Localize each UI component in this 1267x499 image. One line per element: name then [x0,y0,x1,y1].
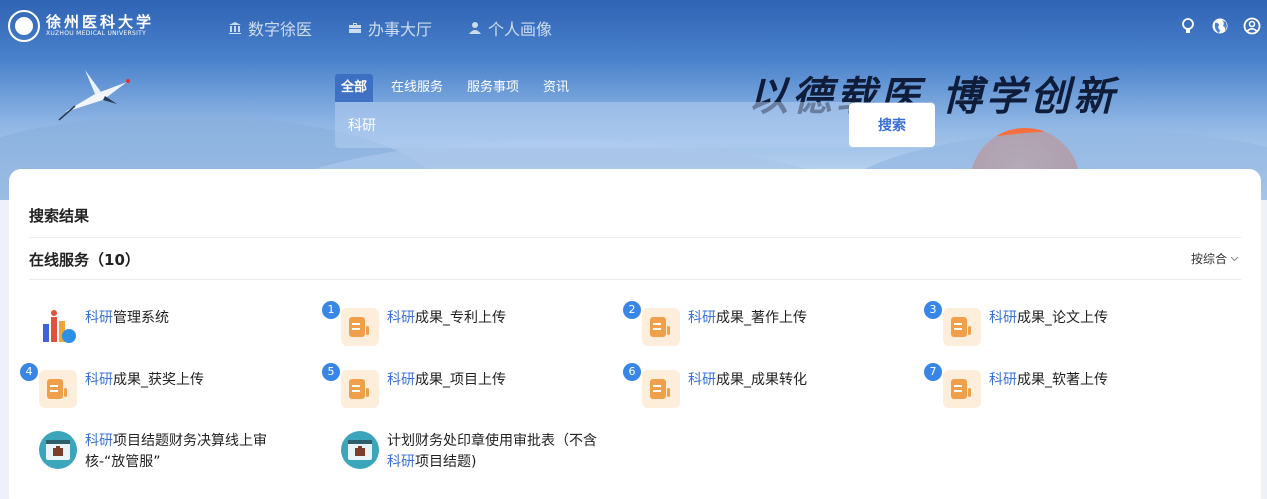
top-right-tools [1165,17,1261,35]
browser-window-icon [341,431,379,469]
results-card: 搜索结果 在线服务（10） 按综合 科研管理系统 1 科研成果_专利上传 2 科… [9,169,1261,499]
sort-dropdown[interactable]: 按综合 [1191,250,1239,267]
tab-news[interactable]: 资讯 [537,74,575,102]
service-item[interactable]: 科研管理系统 [39,308,319,346]
rank-badge: 3 [924,301,942,319]
section-title: 在线服务（10） [29,251,140,269]
logo-chinese-name: 徐州医科大学 [46,13,155,31]
globe-icon[interactable] [1211,17,1229,35]
bank-icon [229,22,241,34]
rank-badge: 2 [623,301,641,319]
university-logo[interactable]: 徐州医科大学 XUZHOU MEDICAL UNIVERSITY [8,10,154,42]
search-input[interactable] [335,102,849,148]
nav-item-service-hall[interactable]: 办事大厅 [348,16,432,40]
chevron-down-icon [1230,256,1239,262]
service-item[interactable]: 计划财务处印章使用审批表（不含科研项目结题) [341,431,601,473]
service-item[interactable]: 7 科研成果_软著上传 [924,363,1223,408]
service-item-label: 科研项目结题财务决算线上审核-“放管服” [85,433,267,470]
nav-item-label: 数字徐医 [248,20,313,39]
divider [29,279,1241,280]
service-item[interactable]: 6 科研成果_成果转化 [623,363,922,408]
document-icon [943,370,981,408]
document-icon [341,308,379,346]
research-chart-icon [43,310,76,343]
document-icon [642,308,680,346]
service-item[interactable]: 5 科研成果_项目上传 [322,363,621,408]
search-panel: 全部 在线服务 服务事项 资讯 搜索 [335,74,935,150]
service-item-label: 科研成果_论文上传 [989,310,1108,326]
document-icon [341,370,379,408]
browser-window-icon [39,431,77,469]
service-item-label: 科研成果_获奖上传 [85,372,204,388]
tab-service-items[interactable]: 服务事项 [461,74,525,102]
document-icon [943,308,981,346]
service-item-label: 科研成果_专利上传 [387,310,506,326]
rank-badge: 5 [322,363,340,381]
nav-item-profile[interactable]: 个人画像 [468,16,552,40]
rank-badge: 4 [20,363,38,381]
top-navigation: 徐州医科大学 XUZHOU MEDICAL UNIVERSITY 数字徐医 办事… [0,0,1267,52]
document-icon [39,370,77,408]
nav-item-label: 个人画像 [488,20,553,39]
search-row: 搜索 [335,102,935,148]
nav-item-digital[interactable]: 数字徐医 [228,16,312,40]
service-item-label: 科研管理系统 [85,310,169,326]
service-item[interactable]: 2 科研成果_著作上传 [623,301,922,346]
service-item[interactable]: 4 科研成果_获奖上传 [20,363,319,408]
service-item-label: 科研成果_软著上传 [989,372,1108,388]
service-item-label: 科研成果_成果转化 [688,372,807,388]
service-item-label: 计划财务处印章使用审批表（不含科研项目结题) [387,433,597,470]
tab-online-service[interactable]: 在线服务 [385,74,449,102]
search-button[interactable]: 搜索 [849,103,935,147]
emblem-icon [8,10,40,42]
service-item[interactable]: 科研项目结题财务决算线上审核-“放管服” [39,431,299,473]
service-item-label: 科研成果_项目上传 [387,372,506,388]
logo-english-name: XUZHOU MEDICAL UNIVERSITY [46,30,147,37]
briefcase-icon [349,23,362,33]
rank-badge: 6 [623,363,641,381]
divider [29,237,1241,238]
main-nav: 数字徐医 办事大厅 个人画像 [228,16,588,40]
service-item-label: 科研成果_著作上传 [688,310,807,326]
document-icon [642,370,680,408]
rank-badge: 7 [924,363,942,381]
sort-label: 按综合 [1190,252,1227,266]
results-title: 搜索结果 [29,207,90,225]
lightbulb-icon[interactable] [1179,17,1197,35]
service-item[interactable]: 1 科研成果_专利上传 [322,301,621,346]
crane-illustration [58,70,130,121]
service-item[interactable]: 3 科研成果_论文上传 [924,301,1223,346]
search-tabs: 全部 在线服务 服务事项 资讯 [335,74,935,102]
rank-badge: 1 [322,301,340,319]
user-icon [469,22,482,34]
nav-item-label: 办事大厅 [368,20,433,39]
tab-all[interactable]: 全部 [335,74,374,102]
user-circle-icon[interactable] [1243,17,1261,35]
